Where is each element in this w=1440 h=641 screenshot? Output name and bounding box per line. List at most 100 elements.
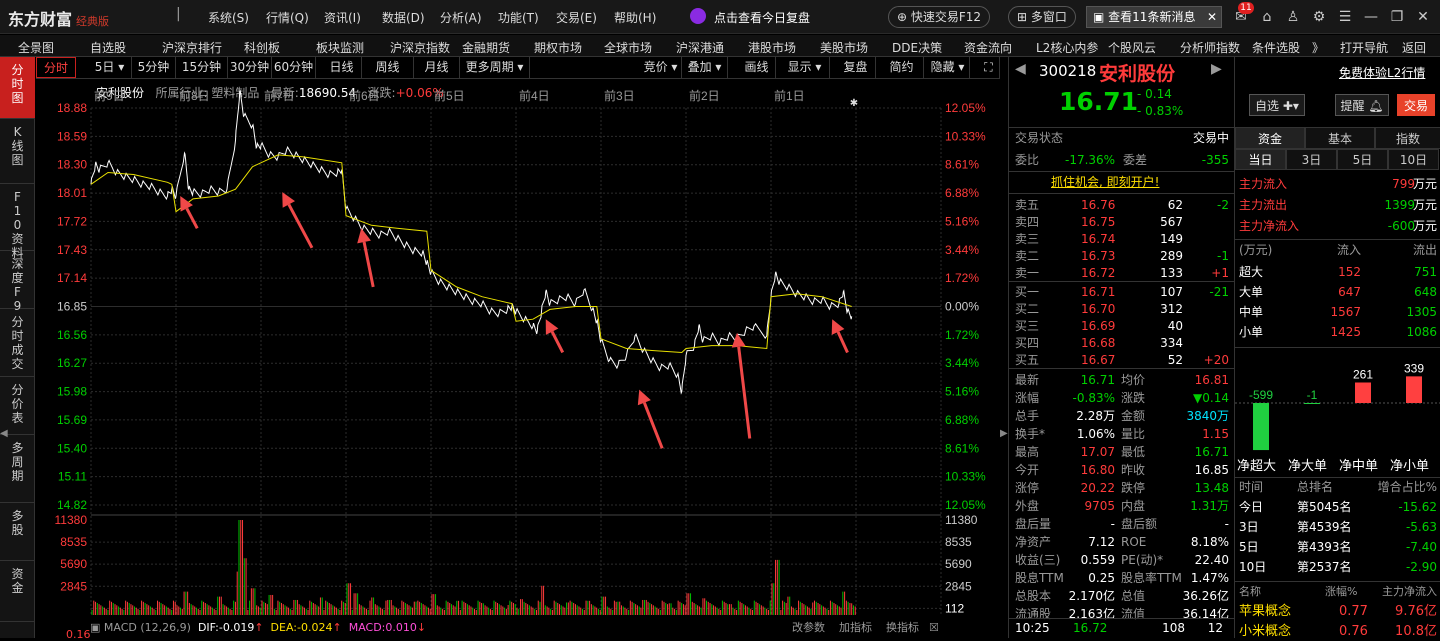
nav-item[interactable]: 全景图 — [18, 39, 54, 56]
fullscreen-icon[interactable]: ⛶ — [978, 57, 1000, 78]
nav-item[interactable]: DDE决策 — [892, 39, 942, 56]
chart-option-button[interactable]: 简约 — [880, 57, 924, 78]
period-button[interactable]: 当日 — [1235, 149, 1286, 170]
nav-item[interactable]: 科创板 — [244, 39, 280, 56]
volume-right-label: 2845 — [945, 579, 972, 593]
macd-settings-icon[interactable]: ▣ — [90, 621, 100, 634]
watchlist-button[interactable]: 自选 ✚▾ — [1249, 94, 1305, 116]
nav-item[interactable]: 全球市场 — [604, 39, 652, 56]
nav-item[interactable]: 美股市场 — [820, 39, 868, 56]
nav-item[interactable]: L2核心内参 — [1036, 39, 1098, 56]
trade-button[interactable]: 交易 — [1397, 94, 1435, 116]
period-tab[interactable]: 日线 — [322, 57, 362, 78]
nav-item[interactable]: 板块监测 — [316, 39, 364, 56]
chart-option-button[interactable]: 画线 — [738, 57, 776, 78]
restore-icon[interactable]: ❐ — [1388, 8, 1406, 26]
top-menu-item[interactable]: 资讯(I) — [324, 9, 361, 26]
period-tab[interactable]: 15分钟 — [176, 57, 228, 78]
funds-tab[interactable]: 资金 — [1235, 127, 1305, 149]
collapse-left-icon[interactable]: ◀ — [0, 428, 8, 439]
prev-stock-icon[interactable]: ◀ — [1015, 61, 1026, 77]
multi-window-button[interactable]: ⊞ 多窗口 — [1008, 6, 1076, 28]
nav-item[interactable]: 期权市场 — [534, 39, 582, 56]
sidebar-item[interactable]: F10资料 — [0, 184, 35, 260]
minimize-icon[interactable]: — — [1362, 8, 1380, 26]
macd-param-button[interactable]: 改参数 — [792, 618, 825, 638]
next-stock-icon[interactable]: ▶ — [1211, 61, 1222, 77]
sector-row[interactable]: 苹果概念 0.77 9.76亿 — [1235, 603, 1440, 621]
sector-row[interactable]: 小米概念 0.76 10.8亿 — [1235, 623, 1440, 641]
period-button[interactable]: 5日 — [1337, 149, 1388, 170]
l2-link[interactable]: 免费体验L2行情 — [1339, 64, 1425, 81]
sidebar-item[interactable]: 资金 — [0, 561, 35, 622]
chart-option-button[interactable]: 显示 ▾ — [780, 57, 830, 78]
funds-tab[interactable]: 基本 — [1305, 127, 1375, 149]
sidebar-item[interactable]: 多股 — [0, 503, 35, 561]
nav-item[interactable]: 沪深京排行 — [162, 39, 222, 56]
close-icon[interactable]: ✕ — [1207, 7, 1217, 27]
top-menu-item[interactable]: 数据(D) — [382, 9, 425, 26]
macd-add-button[interactable]: 加指标 — [839, 618, 872, 638]
nav-item[interactable]: 港股市场 — [748, 39, 796, 56]
chart-option-button[interactable]: 竞价 ▾ — [640, 57, 682, 78]
period-tab[interactable]: 60分钟 — [272, 57, 316, 78]
sidebar-item[interactable]: 分时图 — [0, 57, 35, 119]
intraday-chart[interactable]: 18.88 18.59 18.30 18.01 17.72 17.43 17.14 16.85… — [36, 80, 1000, 620]
period-tab[interactable]: 更多周期 ▾ — [460, 57, 530, 78]
top-menu-item[interactable]: 行情(Q) — [266, 9, 309, 26]
chart-option-button[interactable]: 复盘 — [836, 57, 876, 78]
open-account-link[interactable]: 抓住机会, 即刻开户! — [1051, 173, 1159, 190]
nav-item[interactable]: 》 — [1312, 39, 1324, 56]
settings-icon[interactable]: ⚙ — [1310, 8, 1328, 26]
nav-item[interactable]: 分析师指数 — [1180, 39, 1240, 56]
volume-bar — [755, 601, 757, 615]
volume-bar — [387, 599, 389, 615]
nav-item[interactable]: 打开导航 — [1340, 39, 1388, 56]
top-menu-item[interactable]: 分析(A) — [440, 9, 482, 26]
nav-item[interactable]: 金融期货 — [462, 39, 510, 56]
top-menu-item[interactable]: 交易(E) — [556, 9, 597, 26]
chart-option-button[interactable]: 叠加 ▾ — [682, 57, 728, 78]
top-menu-item[interactable]: 系统(S) — [208, 9, 249, 26]
nav-item[interactable]: 条件选股 — [1252, 39, 1300, 56]
sidebar-item[interactable]: 多周期 — [0, 435, 35, 503]
period-tab[interactable]: 5分钟 — [132, 57, 176, 78]
sidebar-item[interactable]: 分价表 — [0, 377, 35, 435]
nav-item[interactable]: 返回 — [1402, 39, 1426, 56]
skin-icon[interactable]: ♙ — [1284, 8, 1302, 26]
window-close-icon[interactable]: ✕ — [1414, 8, 1432, 26]
nav-item[interactable]: 个股风云 — [1108, 39, 1156, 56]
funds-tab[interactable]: 指数 — [1375, 127, 1440, 149]
alert-button[interactable]: 提醒 🔔︎ — [1335, 94, 1389, 116]
nav-item[interactable]: 沪深港通 — [676, 39, 724, 56]
period-tab[interactable]: 月线 — [414, 57, 460, 78]
volume-bar — [181, 608, 183, 615]
nav-item[interactable]: 沪深京指数 — [390, 39, 450, 56]
volume-bar — [164, 605, 166, 615]
review-link[interactable]: 点击查看今日复盘 — [714, 9, 810, 26]
nav-item[interactable]: 自选股 — [90, 39, 126, 56]
messages-button[interactable]: ▣ 查看11条新消息 ✕ — [1086, 6, 1222, 28]
sidebar-item[interactable]: 分时成交 — [0, 309, 35, 377]
top-menu-item[interactable]: 功能(T) — [498, 9, 539, 26]
nav-item[interactable]: 资金流向 — [964, 39, 1012, 56]
period-tab[interactable]: 30分钟 — [228, 57, 272, 78]
period-button[interactable]: 10日 — [1388, 149, 1439, 170]
home-icon[interactable]: ⌂ — [1258, 8, 1276, 26]
macd-name[interactable]: MACD (12,26,9) — [104, 621, 191, 634]
sidebar-item[interactable]: K线图 — [0, 119, 35, 184]
quick-trade-button[interactable]: ⊕ 快速交易F12 — [888, 6, 991, 28]
top-menu-item[interactable]: 帮助(H) — [614, 9, 656, 26]
macd-close-icon[interactable]: ☒ — [929, 618, 939, 638]
menu-icon[interactable]: ☰ — [1336, 8, 1354, 26]
period-tab[interactable]: 周线 — [362, 57, 414, 78]
collapse-right-icon[interactable]: ▶ — [1000, 428, 1008, 439]
period-tab[interactable]: 5日 ▾ — [88, 57, 132, 78]
period-tab[interactable]: 分时 — [36, 57, 76, 78]
stat-label: 内盘 — [1121, 499, 1146, 513]
chart-option-button[interactable]: 隐藏 ▾ — [926, 57, 970, 78]
volume-bar — [155, 609, 157, 615]
macd-switch-button[interactable]: 换指标 — [886, 618, 919, 638]
sidebar-item[interactable]: 深度F9 — [0, 251, 35, 313]
period-button[interactable]: 3日 — [1286, 149, 1337, 170]
